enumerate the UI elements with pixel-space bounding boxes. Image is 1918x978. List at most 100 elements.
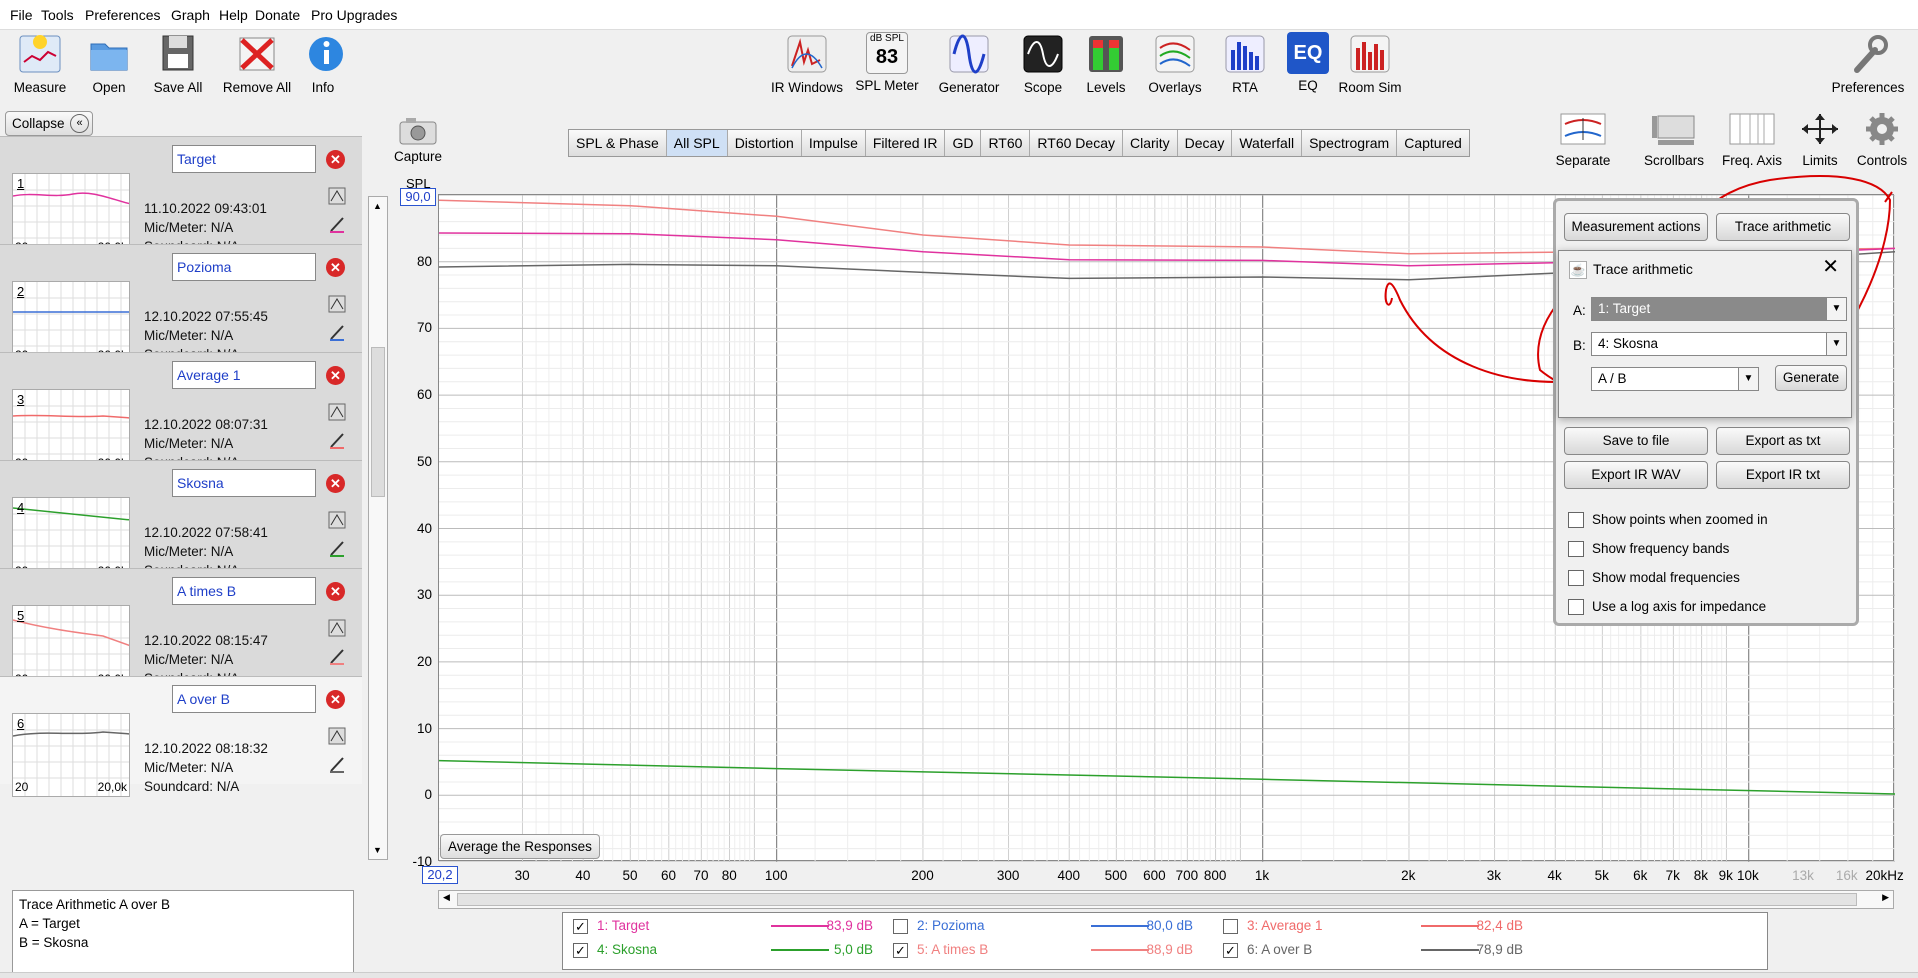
measurement-actions-button[interactable]: Measurement actions xyxy=(1564,213,1708,241)
measurement-name-field[interactable]: A times B xyxy=(172,577,316,605)
generator-button[interactable]: Generator xyxy=(936,32,1002,95)
scroll-left-icon[interactable]: ◀ xyxy=(443,892,450,903)
tab-rt60[interactable]: RT60 xyxy=(981,130,1031,156)
scrollbars-button[interactable]: Scrollbars xyxy=(1640,112,1708,168)
tab-decay[interactable]: Decay xyxy=(1177,130,1233,156)
eq-settings-icon[interactable] xyxy=(328,511,346,529)
measurement-name-field[interactable]: A over B xyxy=(172,685,316,713)
tab-rt60-decay[interactable]: RT60 Decay xyxy=(1030,130,1123,156)
tab-clarity[interactable]: Clarity xyxy=(1122,130,1178,156)
measure-button[interactable]: Measure xyxy=(12,32,68,95)
log-axis-impedance-checkbox[interactable]: Use a log axis for impedance xyxy=(1568,598,1766,616)
measurement-name-field[interactable]: Skosna xyxy=(172,469,316,497)
legend-checkbox[interactable]: ✓ xyxy=(573,919,588,934)
separate-button[interactable]: Separate xyxy=(1552,112,1614,168)
chevron-down-icon[interactable]: ▼ xyxy=(1826,333,1846,355)
tab-all-spl[interactable]: All SPL xyxy=(666,130,728,156)
legend-checkbox[interactable] xyxy=(1223,919,1238,934)
controls-button[interactable]: Controls xyxy=(1854,112,1910,168)
measurement-thumbnail[interactable]: 6 20 20,0k xyxy=(12,713,130,797)
scroll-down-icon[interactable]: ▼ xyxy=(373,845,382,855)
remove-measurement-icon[interactable]: ✕ xyxy=(326,690,345,709)
eq-button[interactable]: EQ EQ xyxy=(1286,32,1330,93)
pen-icon[interactable] xyxy=(328,539,346,557)
scroll-up-icon[interactable]: ▲ xyxy=(373,201,382,211)
collapse-button[interactable]: Collapse « xyxy=(5,111,93,136)
trace-arithmetic-button[interactable]: Trace arithmetic xyxy=(1716,213,1850,241)
legend-checkbox[interactable] xyxy=(893,919,908,934)
menu-tools[interactable]: Tools xyxy=(41,7,74,23)
checkbox-box[interactable] xyxy=(1568,512,1584,529)
eq-settings-icon[interactable] xyxy=(328,187,346,205)
ir-windows-button[interactable]: IR Windows xyxy=(768,32,846,95)
menu-file[interactable]: File xyxy=(10,7,33,23)
show-points-checkbox[interactable]: Show points when zoomed in xyxy=(1568,511,1768,529)
average-responses-button[interactable]: Average the Responses xyxy=(440,834,600,859)
tab-spl-phase[interactable]: SPL & Phase xyxy=(569,130,667,156)
pen-icon[interactable] xyxy=(328,431,346,449)
eq-settings-icon[interactable] xyxy=(328,403,346,421)
measurement-name-field[interactable]: Target xyxy=(172,145,316,173)
open-button[interactable]: Open xyxy=(88,32,130,95)
remove-measurement-icon[interactable]: ✕ xyxy=(326,366,345,385)
scope-button[interactable]: Scope xyxy=(1022,32,1064,95)
overlays-button[interactable]: Overlays xyxy=(1146,32,1204,95)
x-axis-first-value[interactable]: 20,2 xyxy=(422,866,458,884)
levels-button[interactable]: Levels xyxy=(1084,32,1128,95)
tab-spectrogram[interactable]: Spectrogram xyxy=(1302,130,1398,156)
measurement-name-field[interactable]: Average 1 xyxy=(172,361,316,389)
export-ir-txt-button[interactable]: Export IR txt xyxy=(1716,461,1850,489)
tab-impulse[interactable]: Impulse xyxy=(801,130,866,156)
pen-icon[interactable] xyxy=(328,323,346,341)
save-all-button[interactable]: Save All xyxy=(150,32,206,95)
eq-settings-icon[interactable] xyxy=(328,727,346,745)
trace-a-select[interactable]: 1: Target ▼ xyxy=(1591,297,1847,321)
chevron-down-icon[interactable]: ▼ xyxy=(1826,298,1846,320)
measurement-card[interactable]: Target✕12020,0k11.10.2022 09:43:01Mic/Me… xyxy=(0,136,362,257)
eq-settings-icon[interactable] xyxy=(328,619,346,637)
room-sim-button[interactable]: Room Sim xyxy=(1338,32,1402,95)
close-icon[interactable]: ✕ xyxy=(1822,257,1839,277)
spl-meter-button[interactable]: dB SPL 83 SPL Meter xyxy=(854,32,920,93)
measurement-notes[interactable]: Trace Arithmetic A over B A = Target B =… xyxy=(12,890,354,978)
generate-button[interactable]: Generate xyxy=(1775,365,1847,391)
menu-preferences[interactable]: Preferences xyxy=(85,7,160,23)
pen-icon[interactable] xyxy=(328,755,346,773)
remove-measurement-icon[interactable]: ✕ xyxy=(326,150,345,169)
legend-checkbox[interactable]: ✓ xyxy=(573,943,588,958)
remove-measurement-icon[interactable]: ✕ xyxy=(326,258,345,277)
scroll-right-icon[interactable]: ▶ xyxy=(1882,892,1889,903)
checkbox-box[interactable] xyxy=(1568,599,1584,616)
tab-waterfall[interactable]: Waterfall xyxy=(1232,130,1303,156)
measurement-card[interactable]: A over B ✕ 6 20 20,0k 12.10.2022 08:18:32 Mic/… xyxy=(0,676,362,797)
trace-b-select[interactable]: 4: Skosna ▼ xyxy=(1591,332,1847,356)
export-ir-wav-button[interactable]: Export IR WAV xyxy=(1564,461,1708,489)
menu-help[interactable]: Help xyxy=(219,7,248,23)
y-axis-top-value[interactable]: 90,0 xyxy=(400,188,436,206)
show-frequency-bands-checkbox[interactable]: Show frequency bands xyxy=(1568,540,1729,558)
measurement-card[interactable]: A times B✕52020,0k12.10.2022 08:15:47Mic… xyxy=(0,568,362,689)
save-to-file-button[interactable]: Save to file xyxy=(1564,427,1708,455)
remove-measurement-icon[interactable]: ✕ xyxy=(326,582,345,601)
pen-icon[interactable] xyxy=(328,647,346,665)
checkbox-box[interactable] xyxy=(1568,570,1584,587)
pen-icon[interactable] xyxy=(328,215,346,233)
show-modal-frequencies-checkbox[interactable]: Show modal frequencies xyxy=(1568,569,1740,587)
legend-checkbox[interactable]: ✓ xyxy=(1223,943,1238,958)
info-button[interactable]: Info xyxy=(306,32,343,95)
limits-button[interactable]: Limits xyxy=(1796,112,1844,168)
tab-captured[interactable]: Captured xyxy=(1397,130,1469,156)
menu-donate[interactable]: Donate xyxy=(255,7,300,23)
capture-button[interactable]: Capture xyxy=(394,116,442,164)
hscroll-thumb[interactable] xyxy=(457,893,1857,906)
measurement-card[interactable]: Average 1✕32020,0k12.10.2022 08:07:31Mic… xyxy=(0,352,362,473)
preferences-button[interactable]: Preferences xyxy=(1826,32,1910,95)
remove-measurement-icon[interactable]: ✕ xyxy=(326,474,345,493)
scrollbar-thumb[interactable] xyxy=(371,347,385,497)
eq-settings-icon[interactable] xyxy=(328,295,346,313)
export-as-txt-button[interactable]: Export as txt xyxy=(1716,427,1850,455)
measurement-name-field[interactable]: Pozioma xyxy=(172,253,316,281)
tab-filtered-ir[interactable]: Filtered IR xyxy=(865,130,946,156)
graph-horizontal-scrollbar[interactable]: ◀ ▶ xyxy=(438,890,1894,909)
remove-all-button[interactable]: Remove All xyxy=(222,32,292,95)
